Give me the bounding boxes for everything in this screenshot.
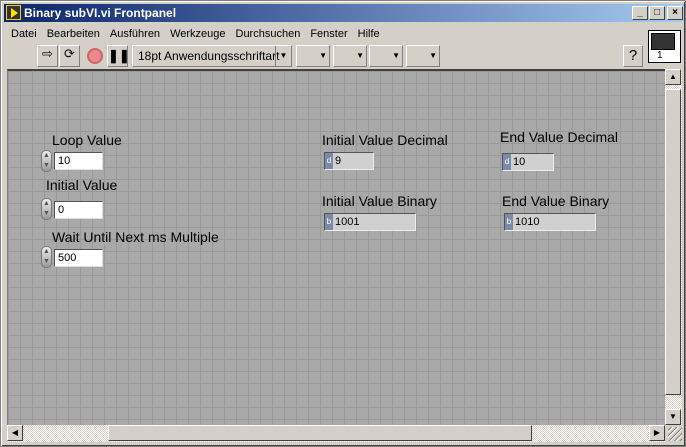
initial-value-binary-label: Initial Value Binary [322, 193, 437, 209]
maximize-button[interactable]: □ [649, 6, 665, 20]
font-select-value: 18pt Anwendungsschriftart [138, 49, 280, 63]
reorder-button[interactable]: ▼ [406, 45, 440, 67]
help-button[interactable]: ? [623, 45, 643, 67]
initial-value-input[interactable]: 0 [54, 201, 103, 219]
scroll-up-button[interactable]: ▲ [665, 69, 681, 85]
end-value-decimal-indicator: d 10 [502, 153, 554, 171]
wait-ms-label: Wait Until Next ms Multiple [52, 229, 219, 245]
initial-value-decimal-label: Initial Value Decimal [322, 132, 448, 148]
distribute-objects-button[interactable]: ▼ [333, 45, 367, 67]
radix-indicator: b [325, 214, 333, 230]
end-value-binary-indicator: b 1010 [504, 213, 596, 231]
align-objects-button[interactable]: ▼ [296, 45, 330, 67]
radix-indicator: d [503, 154, 511, 170]
radix-indicator: b [505, 214, 513, 230]
menu-bearbeiten[interactable]: Bearbeiten [41, 25, 104, 43]
indicator-value: 1010 [515, 216, 540, 228]
connector-number: 1 [657, 50, 663, 61]
font-select[interactable]: 18pt Anwendungsschriftart ▼ [132, 45, 292, 67]
initial-value-binary-indicator: b 1001 [324, 213, 416, 231]
pause-button[interactable]: ❚❚ [107, 45, 130, 67]
window: Binary subVI.vi Frontpanel _ □ × Datei B… [0, 0, 686, 447]
vertical-scroll-thumb[interactable] [665, 89, 681, 395]
run-continuously-button[interactable]: ⟳ [59, 45, 80, 67]
scroll-right-button[interactable]: ▶ [649, 425, 665, 441]
help-icon: ? [628, 47, 638, 64]
vertical-scrollbar[interactable]: ▲ ▼ [665, 69, 682, 425]
horizontal-scrollbar[interactable]: ◀ ▶ [7, 425, 665, 442]
loop-value-label: Loop Value [52, 132, 122, 148]
menu-hilfe[interactable]: Hilfe [352, 25, 384, 43]
connector-pane-icon[interactable]: 1 [648, 30, 681, 63]
end-value-decimal-label: End Value Decimal [500, 129, 619, 145]
front-panel-canvas[interactable]: Loop Value ▲ ▼ 10 Initial Value ▲ ▼ 0 Wait… [7, 69, 665, 425]
wait-ms-input[interactable]: 500 [54, 249, 103, 267]
minimize-button[interactable]: _ [632, 6, 648, 20]
front-panel-icon [651, 33, 675, 50]
indicator-value: 10 [513, 156, 526, 168]
scroll-down-button[interactable]: ▼ [665, 409, 681, 425]
chevron-down-icon: ▼ [275, 46, 291, 66]
title-bar: Binary subVI.vi Frontpanel _ □ × [4, 4, 684, 22]
resize-objects-button[interactable]: ▼ [369, 45, 403, 67]
abort-button[interactable] [85, 45, 106, 67]
run-button[interactable]: ⇨ [37, 45, 58, 67]
menu-ausfuehren[interactable]: Ausführen [104, 25, 164, 43]
wait-ms-stepper[interactable]: ▲ ▼ [41, 246, 52, 268]
stop-icon [87, 48, 103, 64]
close-button[interactable]: × [667, 6, 683, 20]
menu-durchsuchen[interactable]: Durchsuchen [230, 25, 305, 43]
menu-bar: Datei Bearbeiten Ausführen Werkzeuge Dur… [5, 25, 384, 43]
window-title: Binary subVI.vi Frontpanel [24, 6, 177, 20]
indicator-value: 1001 [335, 216, 360, 228]
initial-value-decimal-indicator: d9 [324, 152, 374, 170]
loop-value-stepper[interactable]: ▲ ▼ [41, 150, 52, 172]
resize-grip[interactable] [668, 427, 682, 441]
end-value-binary-label: End Value Binary [502, 193, 610, 209]
loop-value-input[interactable]: 10 [54, 152, 103, 170]
indicator-value: 9 [335, 155, 342, 167]
initial-value-stepper[interactable]: ▲ ▼ [41, 198, 52, 220]
menu-werkzeuge[interactable]: Werkzeuge [164, 25, 229, 43]
horizontal-scroll-thumb[interactable] [108, 425, 532, 441]
vi-icon [6, 5, 21, 20]
radix-indicator: d [325, 153, 333, 169]
menu-datei[interactable]: Datei [5, 25, 41, 43]
scroll-left-button[interactable]: ◀ [7, 425, 23, 441]
menu-fenster[interactable]: Fenster [304, 25, 351, 43]
initial-value-label: Initial Value [46, 177, 118, 193]
